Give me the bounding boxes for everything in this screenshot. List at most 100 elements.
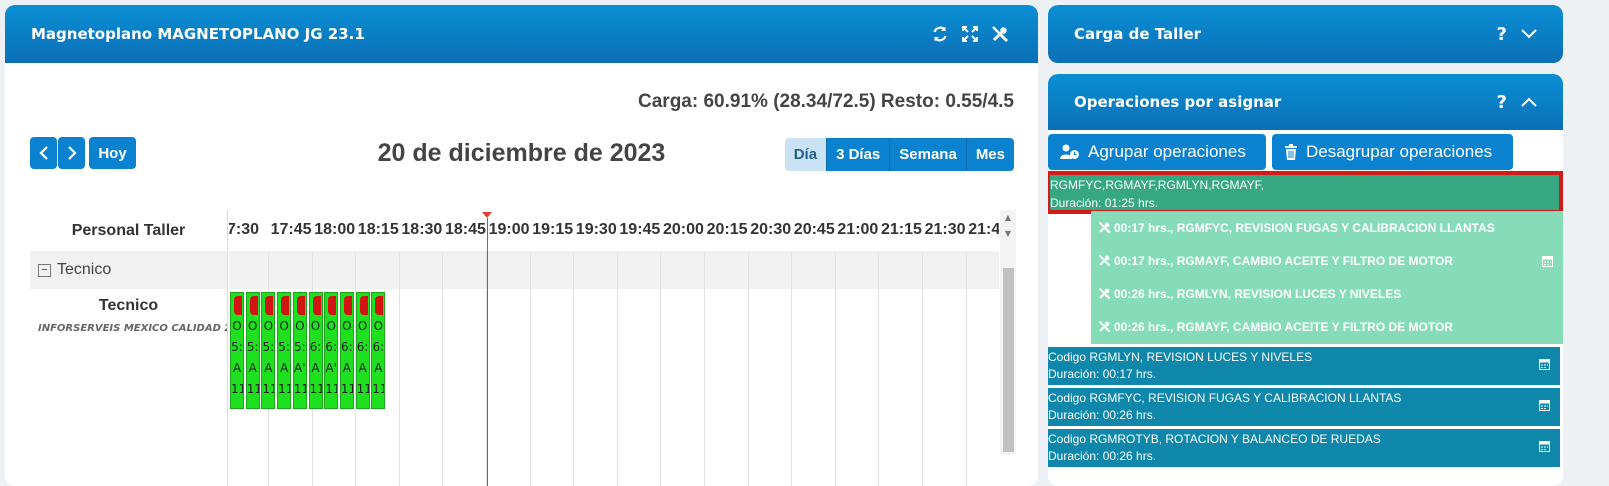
scroll-up-icon[interactable]: ▲ xyxy=(1000,210,1016,226)
ungroup-operations-button[interactable]: Desagrupar operaciones xyxy=(1272,134,1513,170)
carga-taller-header[interactable]: Carga de Taller ? xyxy=(1048,5,1563,63)
magnetoplano-panel: Magnetoplano MAGNETOPLANO JG 23.1 Carga:… xyxy=(5,5,1038,486)
sub-operation-item[interactable]: 00:17 hrs., RGMFYC, REVISION FUGAS Y CAL… xyxy=(1091,211,1563,244)
view-3days-button[interactable]: 3 Días xyxy=(826,138,890,171)
view-switcher: Día 3 Días Semana Mes xyxy=(784,138,1014,171)
operation-duration: Duración: 00:17 hrs. xyxy=(1048,367,1157,381)
sub-operation-item[interactable]: 00:26 hrs., RGMAYF, CAMBIO ACEITE Y FILT… xyxy=(1091,310,1563,343)
event-text: 6: xyxy=(325,340,338,354)
time-tick: 20:45 xyxy=(793,221,835,238)
sub-operation-item[interactable]: 00:26 hrs., RGMLYN, REVISION LUCES Y NIV… xyxy=(1091,277,1563,310)
grid-line xyxy=(747,251,749,486)
event-text: 11 xyxy=(309,382,322,396)
operation-item[interactable]: Codigo RGMROTYB, ROTACION Y BALANCEO DE … xyxy=(1048,429,1560,467)
group-band xyxy=(229,251,999,289)
timeline-grid[interactable]: 7:30 17:45 18:00 18:15 18:30 18:45 19:00 19:15 1… xyxy=(229,210,999,486)
scroll-thumb[interactable] xyxy=(1003,268,1014,452)
help-icon[interactable]: ? xyxy=(1497,92,1507,113)
calendar-icon[interactable] xyxy=(1539,399,1550,411)
help-icon[interactable]: ? xyxy=(1497,24,1507,45)
event-text: 5: xyxy=(231,340,243,354)
grid-line xyxy=(616,251,618,486)
calendar-icon[interactable] xyxy=(1539,358,1550,370)
resource-header: Personal Taller xyxy=(71,221,186,239)
operation-title: Codigo RGMFYC, REVISION FUGAS Y CALIBRAC… xyxy=(1048,391,1402,405)
event-text: 5: xyxy=(262,340,275,354)
event-text: O xyxy=(326,319,336,333)
time-tick: 19:45 xyxy=(619,221,661,238)
schedule-event[interactable]: O 6: A' 11 xyxy=(324,292,339,409)
operation-item[interactable]: Codigo RGMLYN, REVISION LUCES Y NIVELES … xyxy=(1048,347,1560,385)
schedule-event[interactable]: O 6: A 11 xyxy=(371,292,386,409)
scroll-down-icon[interactable]: ▼ xyxy=(1000,226,1016,242)
time-tick: 21:30 xyxy=(924,221,966,238)
collapse-icon[interactable]: − xyxy=(38,263,51,277)
schedule-event[interactable]: O 6: A 11 xyxy=(339,292,354,409)
sub-operation-item[interactable]: 00:17 hrs., RGMAYF, CAMBIO ACEITE Y FILT… xyxy=(1091,244,1563,277)
scheduler: Personal Taller − Tecnico Tecnico INFORS… xyxy=(30,210,1018,486)
schedule-event[interactable]: O 6: A 11 xyxy=(355,292,370,409)
schedule-event[interactable]: O 6: A 11 xyxy=(308,292,323,409)
selected-operation-group[interactable]: RGMFYC,RGMAYF,RGMLYN,RGMAYF, Duración: 0… xyxy=(1048,171,1563,214)
event-text: 5: xyxy=(278,340,290,354)
event-text: A xyxy=(311,361,320,375)
grid-line xyxy=(704,251,705,486)
calendar-icon[interactable] xyxy=(1539,440,1550,452)
magnetoplano-header: Magnetoplano MAGNETOPLANO JG 23.1 xyxy=(5,5,1038,63)
grid-line xyxy=(878,251,880,486)
view-month-button[interactable]: Mes xyxy=(965,138,1014,171)
group-operations-button[interactable]: Agrupar operaciones xyxy=(1048,134,1266,170)
event-text: A xyxy=(279,361,289,375)
time-tick: 19:15 xyxy=(532,221,574,238)
resource-group-label: Tecnico xyxy=(57,261,112,278)
time-tick: 18:45 xyxy=(445,221,486,238)
calendar-icon[interactable] xyxy=(1542,255,1553,267)
time-tick: 21:00 xyxy=(837,221,879,238)
group-duration: Duración: 01:25 hrs. xyxy=(1050,196,1159,210)
time-tick: 18:30 xyxy=(401,221,443,238)
sub-operation-label: 00:26 hrs., RGMAYF, CAMBIO ACEITE Y FILT… xyxy=(1114,319,1453,334)
event-text: O xyxy=(279,319,289,333)
event-status-marker xyxy=(340,293,353,316)
event-status-marker xyxy=(356,293,369,316)
event-text: 6: xyxy=(341,340,353,354)
schedule-event[interactable]: O 5: A 11 xyxy=(261,292,276,409)
group-operations-label: Agrupar operaciones xyxy=(1088,142,1246,161)
time-tick: 18:00 xyxy=(314,221,356,238)
schedule-event[interactable]: O 5: A 11 xyxy=(277,292,292,409)
ungroup-operations-label: Desagrupar operaciones xyxy=(1306,142,1493,161)
schedule-event[interactable]: O 5: A 11 xyxy=(245,292,260,409)
event-status-marker xyxy=(278,293,291,316)
sub-operation-label: 00:17 hrs., RGMAYF, CAMBIO ACEITE Y FILT… xyxy=(1114,253,1453,268)
vertical-scrollbar[interactable]: ▲ ▼ xyxy=(1000,210,1016,455)
workload-summary: Carga: 60.91% (28.34/72.5) Resto: 0.55/4… xyxy=(638,91,1014,112)
view-week-button[interactable]: Semana xyxy=(889,138,966,171)
sub-operation-label: 00:26 hrs., RGMLYN, REVISION LUCES Y NIV… xyxy=(1114,286,1402,301)
schedule-event[interactable]: O 5: A' 11 xyxy=(292,292,307,409)
carga-taller-panel: Carga de Taller ? xyxy=(1048,5,1563,63)
resource-group-row[interactable]: − Tecnico xyxy=(30,251,227,289)
event-text: 5: xyxy=(293,340,306,354)
expand-icon[interactable] xyxy=(958,22,982,46)
wrench-icon xyxy=(1098,287,1111,300)
chevron-down-icon[interactable] xyxy=(1521,25,1537,43)
grid-line xyxy=(834,251,836,486)
time-tick: 18:15 xyxy=(357,221,399,238)
schedule-event[interactable]: O 5: A 11 xyxy=(230,292,244,409)
view-day-button[interactable]: Día xyxy=(784,138,827,171)
event-text: O xyxy=(232,319,242,333)
panel-title: Carga de Taller xyxy=(1074,25,1202,43)
event-status-marker xyxy=(246,293,259,316)
event-text: O xyxy=(310,319,321,333)
operation-duration: Duración: 00:26 hrs. xyxy=(1048,408,1157,422)
event-text: A' xyxy=(325,361,337,375)
operation-item[interactable]: Codigo RGMFYC, REVISION FUGAS Y CALIBRAC… xyxy=(1048,388,1560,426)
chevron-up-icon[interactable] xyxy=(1521,93,1537,111)
operaciones-header[interactable]: Operaciones por asignar ? xyxy=(1048,74,1563,130)
event-status-marker xyxy=(372,293,385,316)
wrench-icon xyxy=(1098,254,1111,267)
trash-icon xyxy=(1284,144,1298,160)
event-text: A xyxy=(264,361,273,375)
tools-icon[interactable] xyxy=(988,22,1012,46)
refresh-icon[interactable] xyxy=(928,22,952,46)
